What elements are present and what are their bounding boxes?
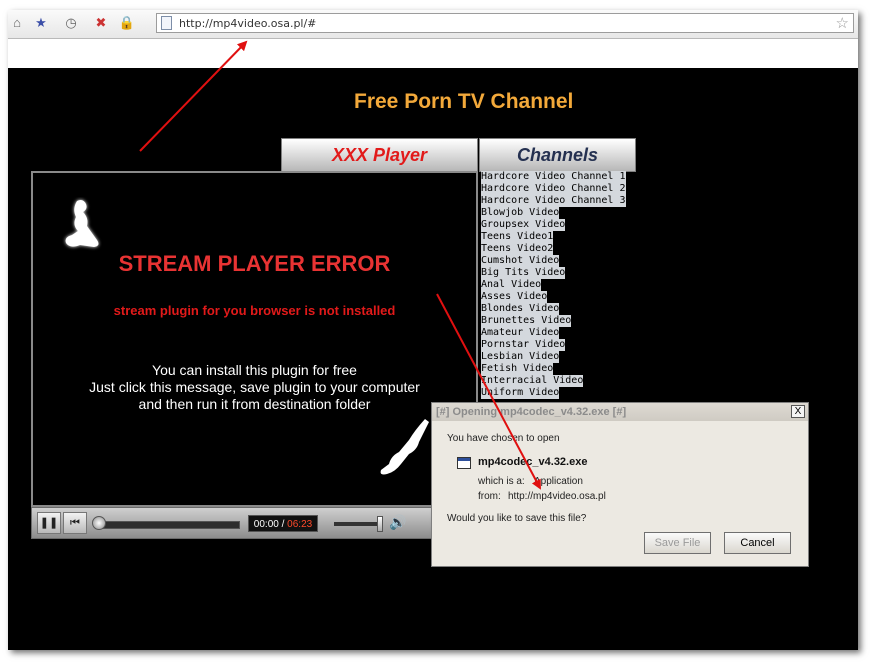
seek-handle[interactable] (92, 516, 106, 530)
channel-item[interactable]: Blondes Video (481, 303, 560, 315)
channel-item[interactable]: Uniform Video (481, 387, 560, 399)
address-bar[interactable]: http://mp4video.osa.pl/# ☆ (156, 13, 854, 33)
dialog-question: Would you like to save this file? (447, 513, 587, 524)
history-icon[interactable]: ◷ (62, 14, 80, 32)
tab-channels[interactable]: Channels (479, 138, 636, 172)
dialog-title: [#] Opening mp4codec_v4.32.exe [#] (432, 403, 808, 421)
channel-item[interactable]: Asses Video (481, 291, 548, 303)
seek-bar[interactable] (96, 521, 240, 529)
video-player[interactable]: STREAM PLAYER ERROR stream plugin for yo… (31, 171, 478, 507)
application-file-icon (457, 457, 471, 469)
channel-item[interactable]: Big Tits Video (481, 267, 566, 279)
star-icon[interactable]: ☆ (836, 14, 849, 32)
channel-list: Hardcore Video Channel 1 Hardcore Video … (481, 171, 631, 399)
channel-item[interactable]: Teens Video1 (481, 231, 554, 243)
rewind-button[interactable]: ⏮ (63, 512, 87, 534)
save-file-button[interactable]: Save File (644, 532, 711, 554)
file-type-value: Application (534, 476, 583, 487)
time-total: 06:23 (287, 519, 313, 530)
time-separator: / (278, 519, 288, 530)
download-dialog: [#] Opening mp4codec_v4.32.exe [#] X You… (431, 402, 809, 567)
volume-handle[interactable] (377, 516, 383, 532)
channel-item[interactable]: Blowjob Video (481, 207, 560, 219)
silhouette-icon (380, 419, 429, 475)
home-icon[interactable]: ⌂ (8, 14, 26, 32)
error-message-line[interactable]: You can install this plugin for free (33, 362, 476, 378)
lock-icon[interactable]: 🔒 (118, 14, 136, 32)
channel-item[interactable]: Groupsex Video (481, 219, 566, 231)
channel-item[interactable]: Hardcore Video Channel 1 (481, 171, 626, 183)
cancel-button[interactable]: Cancel (724, 532, 791, 554)
dialog-intro: You have chosen to open (447, 433, 560, 444)
volume-slider[interactable] (334, 522, 380, 526)
speaker-icon[interactable]: 🔊 (389, 514, 406, 531)
browser-blank-bar (8, 39, 858, 68)
pause-button[interactable]: ❚❚ (37, 512, 61, 534)
stop-icon[interactable]: ✖ (92, 14, 110, 32)
time-current: 00:00 (253, 519, 279, 530)
channel-item[interactable]: Brunettes Video (481, 315, 572, 327)
dialog-filename: mp4codec_v4.32.exe (478, 456, 588, 468)
page-icon (161, 16, 172, 30)
player-controls: ❚❚ ⏮ 00:00 / 06:23 🔊 (31, 507, 478, 539)
bookmark-icon[interactable]: ★ (32, 14, 50, 32)
channel-item[interactable]: Hardcore Video Channel 3 (481, 195, 626, 207)
url-text[interactable]: http://mp4video.osa.pl/# (179, 17, 316, 30)
browser-toolbar: ⌂ ★ ◷ ✖ 🔒 http://mp4video.osa.pl/# ☆ (8, 10, 858, 39)
dialog-close-button[interactable]: X (791, 405, 805, 418)
channel-item[interactable]: Fetish Video (481, 363, 554, 375)
channel-item[interactable]: Teens Video2 (481, 243, 554, 255)
channel-item[interactable]: Cumshot Video (481, 255, 560, 267)
channel-item[interactable]: Anal Video (481, 279, 542, 291)
error-title[interactable]: STREAM PLAYER ERROR (33, 251, 476, 277)
file-type-label: which is a: (478, 476, 525, 487)
channel-item[interactable]: Pornstar Video (481, 339, 566, 351)
file-source-value: http://mp4video.osa.pl (508, 491, 606, 502)
silhouette-icon (65, 200, 99, 247)
error-subtitle[interactable]: stream plugin for you browser is not ins… (33, 303, 476, 318)
channel-item[interactable]: Amateur Video (481, 327, 560, 339)
error-message-line[interactable]: and then run it from destination folder (33, 396, 476, 412)
error-message-line[interactable]: Just click this message, save plugin to … (33, 379, 476, 395)
file-source-label: from: (478, 491, 501, 502)
channel-item[interactable]: Interracial Video (481, 375, 584, 387)
channel-item[interactable]: Lesbian Video (481, 351, 560, 363)
channel-item[interactable]: Hardcore Video Channel 2 (481, 183, 626, 195)
tab-xxx-player[interactable]: XXX Player (281, 138, 478, 172)
site-title: Free Porn TV Channel (354, 90, 574, 113)
time-display: 00:00 / 06:23 (248, 515, 318, 532)
